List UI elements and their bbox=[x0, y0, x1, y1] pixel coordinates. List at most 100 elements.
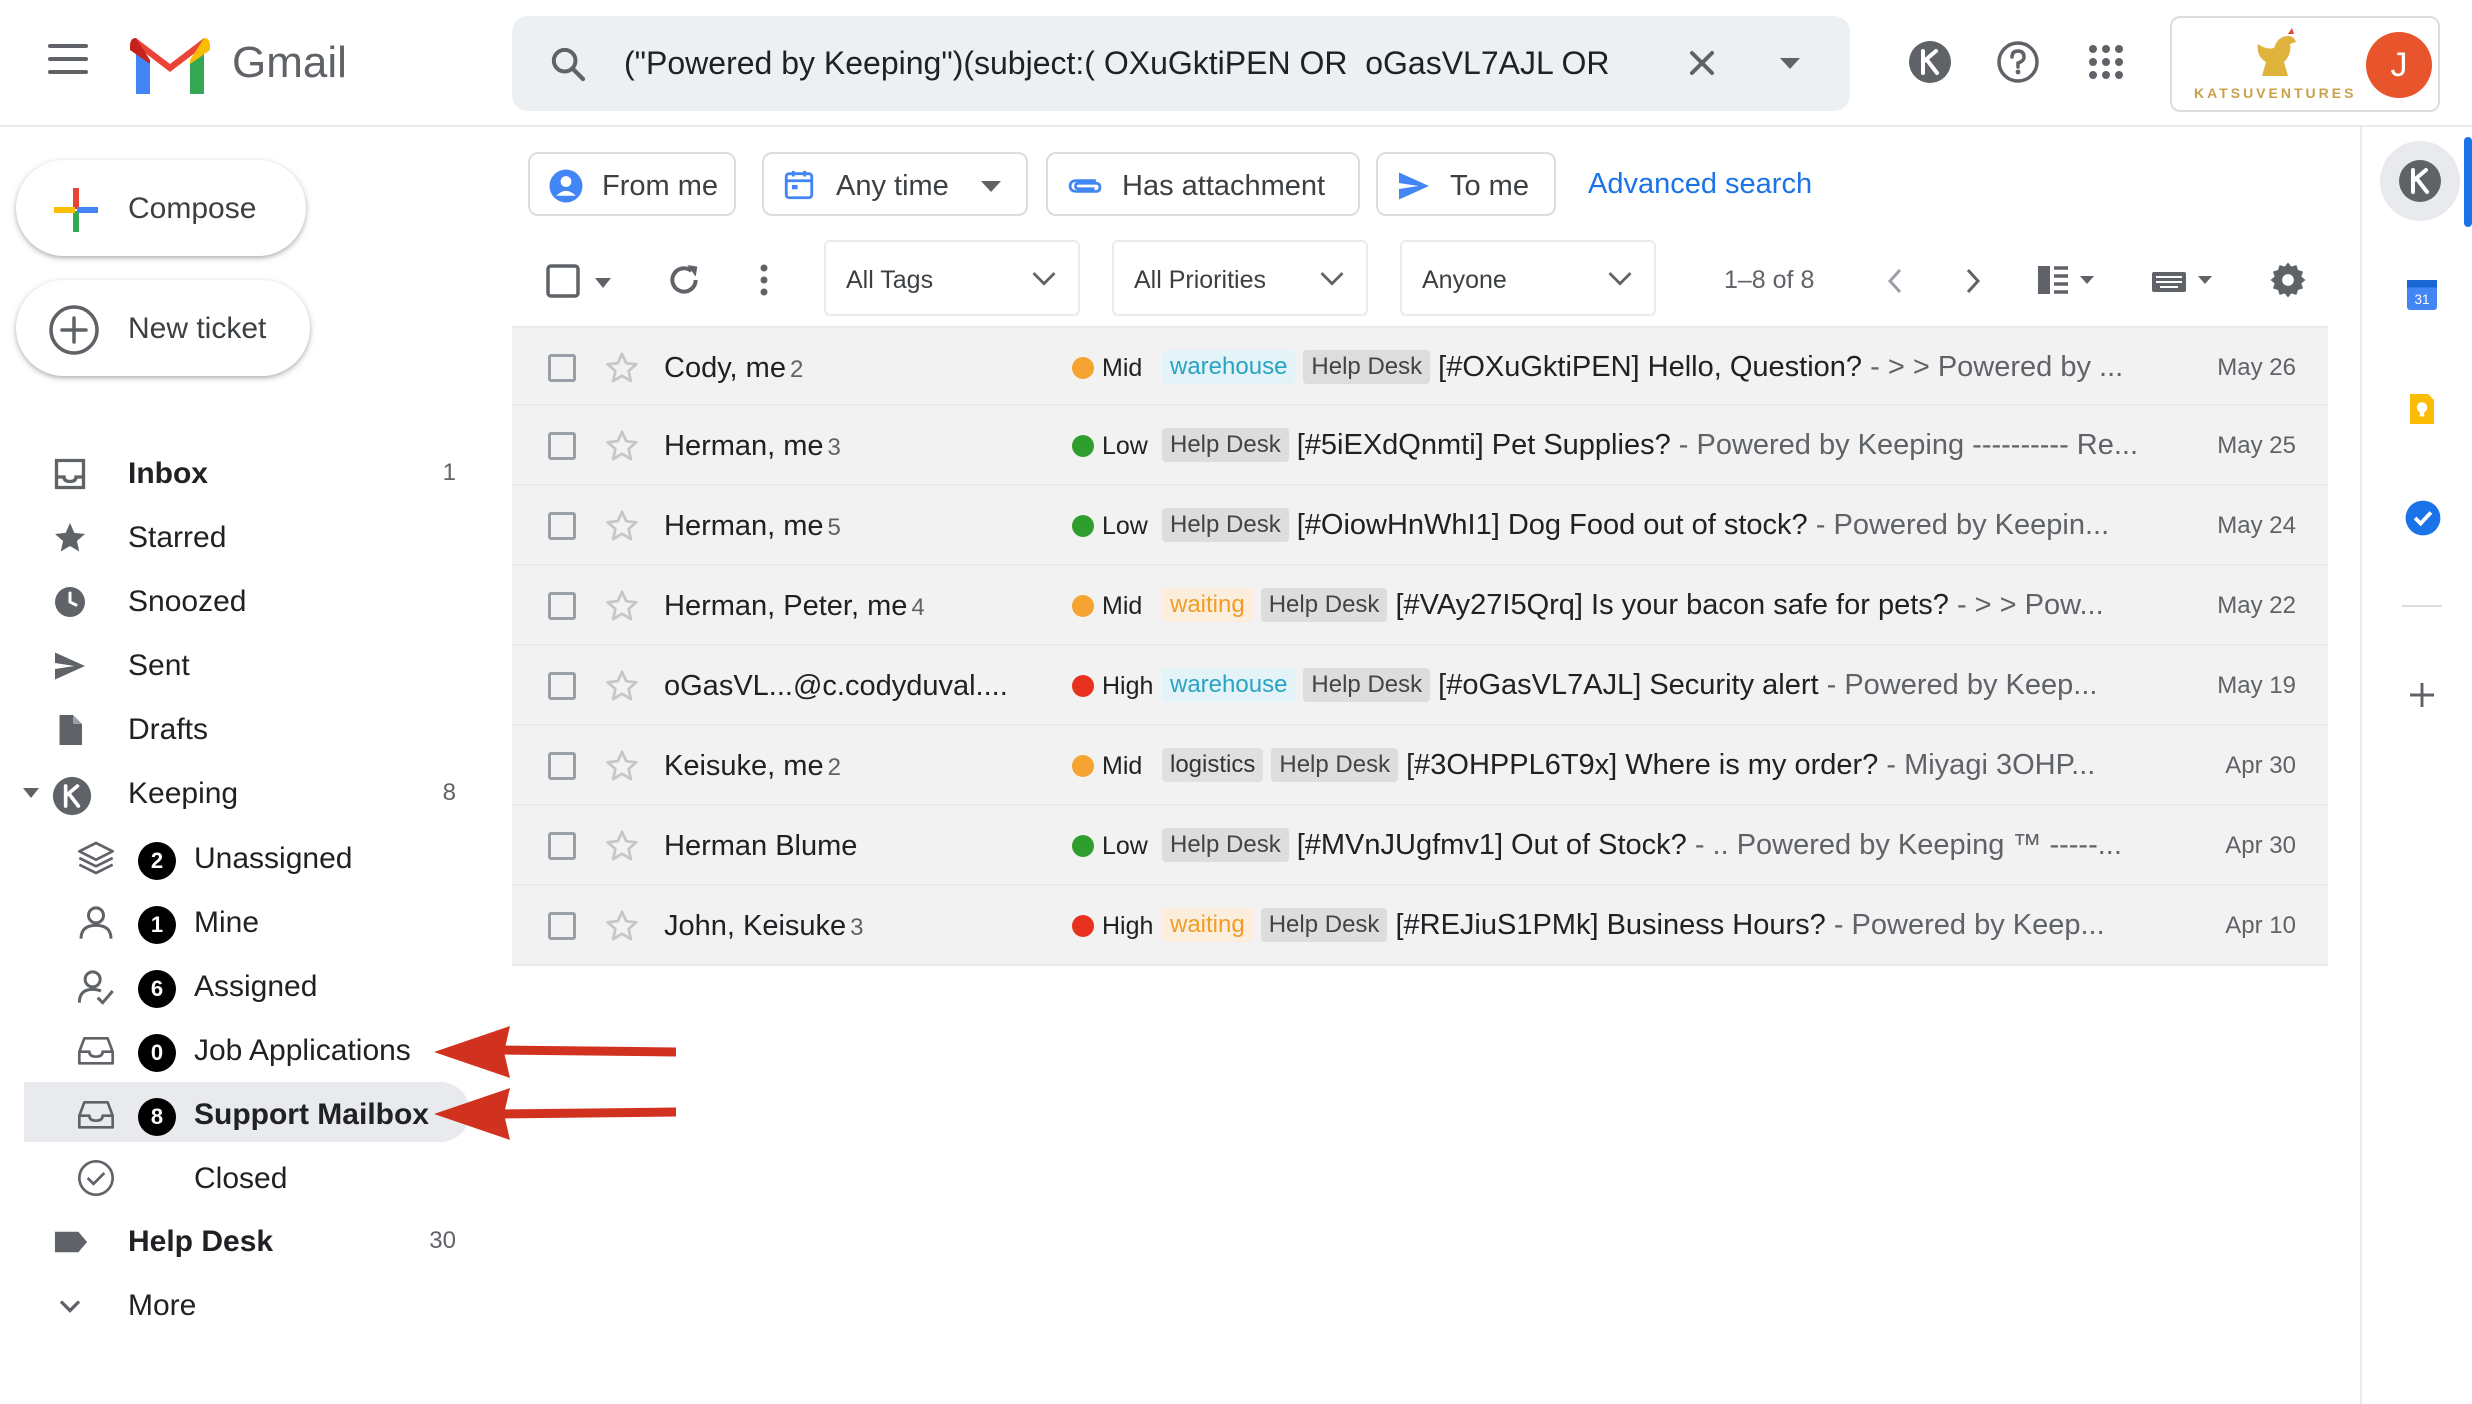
previous-page-icon[interactable] bbox=[1884, 264, 1906, 303]
nav-item-help-desk[interactable]: Help Desk 30 bbox=[0, 1210, 470, 1270]
nav-label: Drafts bbox=[128, 713, 209, 746]
gmail-logo-icon[interactable] bbox=[130, 36, 210, 101]
assignee-filter-select[interactable]: Anyone bbox=[1400, 240, 1656, 316]
inbox-icon bbox=[52, 456, 88, 497]
advanced-search-link[interactable]: Advanced search bbox=[1588, 168, 1812, 201]
nav-item-starred[interactable]: Starred bbox=[0, 506, 470, 566]
tag-badge[interactable]: waiting bbox=[1162, 908, 1253, 942]
nav-label: Keeping bbox=[128, 777, 239, 810]
table-row[interactable]: Herman Blume Low Help Desk [#MVnJUgfmv1] Ou… bbox=[512, 806, 2328, 886]
search-options-icon[interactable] bbox=[1778, 56, 1802, 77]
clear-search-icon[interactable] bbox=[1682, 43, 1722, 88]
row-checkbox[interactable] bbox=[548, 752, 576, 780]
tags-filter-select[interactable]: All Tags bbox=[824, 240, 1080, 316]
count-badge: 2 bbox=[138, 842, 176, 880]
tag-badge[interactable]: Help Desk bbox=[1303, 668, 1431, 702]
priorities-filter-select[interactable]: All Priorities bbox=[1112, 240, 1368, 316]
tag-badge[interactable]: Help Desk bbox=[1162, 508, 1289, 542]
nav-item-sent[interactable]: Sent bbox=[0, 634, 470, 694]
email-snippet: - .. Powered by Keeping ™ -----... bbox=[1686, 829, 2122, 861]
keeping-icon[interactable] bbox=[1908, 40, 1952, 89]
star-outline-icon[interactable] bbox=[604, 428, 640, 469]
side-panel-scrollbar[interactable] bbox=[2464, 137, 2472, 227]
refresh-icon[interactable] bbox=[664, 260, 704, 305]
tag-badge[interactable]: Help Desk bbox=[1260, 908, 1388, 942]
nav-item-snoozed[interactable]: Snoozed bbox=[0, 570, 470, 630]
table-row[interactable]: Herman, me 5 Low Help Desk [#OiowHnWhI1] Dog… bbox=[512, 486, 2328, 566]
nav-item-drafts[interactable]: Drafts bbox=[0, 698, 470, 758]
star-outline-icon[interactable] bbox=[604, 588, 640, 629]
sidebar-item-mine[interactable]: 1 Mine bbox=[0, 890, 470, 950]
tag-badge[interactable]: waiting bbox=[1162, 588, 1253, 622]
sidebar-item-job-applications[interactable]: 0 Job Applications bbox=[0, 1018, 470, 1078]
star-outline-icon[interactable] bbox=[604, 908, 640, 949]
tag-badge[interactable]: Help Desk bbox=[1260, 588, 1388, 622]
collapse-caret-icon[interactable] bbox=[22, 786, 40, 804]
row-checkbox[interactable] bbox=[548, 672, 576, 700]
attachment-icon bbox=[1066, 168, 1104, 209]
sidebar-item-closed[interactable]: Closed bbox=[0, 1146, 470, 1206]
account-switcher[interactable]: KATSUVENTURES J bbox=[2170, 16, 2440, 112]
calendar-icon[interactable]: 31 bbox=[2404, 277, 2440, 318]
apps-grid-icon[interactable] bbox=[2088, 44, 2124, 85]
select-dropdown-icon[interactable] bbox=[594, 276, 612, 294]
row-checkbox[interactable] bbox=[548, 432, 576, 460]
tag-badge[interactable]: Help Desk bbox=[1162, 428, 1289, 462]
search-icon[interactable] bbox=[548, 44, 588, 89]
avatar[interactable]: J bbox=[2366, 32, 2432, 98]
email-content: Help Desk [#5iEXdQnmti] Pet Supplies? - P… bbox=[1162, 428, 2188, 462]
sidebar-item-support-mailbox[interactable]: 8 Support Mailbox bbox=[24, 1082, 470, 1142]
help-icon[interactable] bbox=[1996, 40, 2040, 89]
sidebar-item-unassigned[interactable]: 2 Unassigned bbox=[0, 826, 470, 886]
from-me-chip[interactable]: From me bbox=[528, 152, 736, 216]
main-menu-icon[interactable] bbox=[48, 44, 88, 78]
settings-gear-icon[interactable] bbox=[2268, 260, 2308, 305]
star-outline-icon[interactable] bbox=[604, 350, 640, 391]
input-tools-icon[interactable] bbox=[2150, 266, 2218, 301]
split-pane-icon[interactable] bbox=[2036, 264, 2100, 301]
star-outline-icon[interactable] bbox=[604, 508, 640, 549]
sidebar-item-assigned[interactable]: 6 Assigned bbox=[0, 954, 470, 1014]
row-checkbox[interactable] bbox=[548, 912, 576, 940]
to-me-chip[interactable]: To me bbox=[1376, 152, 1556, 216]
nav-label: Starred bbox=[128, 521, 227, 554]
any-time-chip[interactable]: Any time bbox=[762, 152, 1028, 216]
tag-badge[interactable]: Help Desk bbox=[1303, 350, 1431, 384]
table-row[interactable]: John, Keisuke 3 High waiting Help Desk [#REJi… bbox=[512, 886, 2328, 966]
row-checkbox[interactable] bbox=[548, 512, 576, 540]
next-page-icon[interactable] bbox=[1962, 264, 1984, 303]
row-checkbox[interactable] bbox=[548, 354, 576, 382]
table-row[interactable]: Herman, Peter, me 4 Mid waiting Help Desk [#V… bbox=[512, 566, 2328, 646]
search-input[interactable] bbox=[624, 42, 1624, 84]
more-vert-icon[interactable] bbox=[758, 262, 770, 303]
table-row[interactable]: Keisuke, me 2 Mid logistics Help Desk [#3OHPP… bbox=[512, 726, 2328, 806]
tray-icon bbox=[76, 1094, 116, 1139]
tag-badge[interactable]: warehouse bbox=[1162, 350, 1296, 384]
row-checkbox[interactable] bbox=[548, 832, 576, 860]
keep-notes-icon[interactable] bbox=[2404, 391, 2440, 432]
new-ticket-button[interactable]: New ticket bbox=[16, 280, 310, 376]
tasks-icon[interactable] bbox=[2404, 499, 2442, 542]
table-row[interactable]: Cody, me 2 Mid warehouse Help Desk [#OXuGktiP… bbox=[512, 326, 2328, 406]
tag-badge[interactable]: Help Desk bbox=[1162, 828, 1289, 862]
row-checkbox[interactable] bbox=[548, 592, 576, 620]
nav-item-more[interactable]: More bbox=[0, 1274, 470, 1334]
table-row[interactable]: Herman, me 3 Low Help Desk [#5iEXdQnmti] Pet… bbox=[512, 406, 2328, 486]
star-outline-icon[interactable] bbox=[604, 668, 640, 709]
tag-badge[interactable]: logistics bbox=[1162, 748, 1264, 782]
star-outline-icon[interactable] bbox=[604, 828, 640, 869]
star-outline-icon[interactable] bbox=[604, 748, 640, 789]
has-attachment-chip[interactable]: Has attachment bbox=[1046, 152, 1360, 216]
select-all-checkbox[interactable] bbox=[546, 264, 580, 303]
nav-item-inbox[interactable]: Inbox 1 bbox=[0, 442, 470, 502]
add-addon-icon[interactable] bbox=[2406, 679, 2438, 716]
email-snippet: - > > Powered by ... bbox=[1862, 351, 2124, 383]
table-row[interactable]: oGasVL...@c.codyduval.... High warehouse He… bbox=[512, 646, 2328, 726]
nav-item-keeping[interactable]: Keeping 8 bbox=[0, 762, 470, 822]
tag-badge[interactable]: Help Desk bbox=[1271, 748, 1399, 782]
compose-button[interactable]: Compose bbox=[16, 160, 306, 256]
tag-badge[interactable]: warehouse bbox=[1162, 668, 1296, 702]
nav-label: Support Mailbox bbox=[194, 1098, 429, 1131]
sender-name: Herman, Peter, me 4 bbox=[664, 590, 1024, 623]
keeping-addon-icon[interactable] bbox=[2380, 141, 2460, 226]
